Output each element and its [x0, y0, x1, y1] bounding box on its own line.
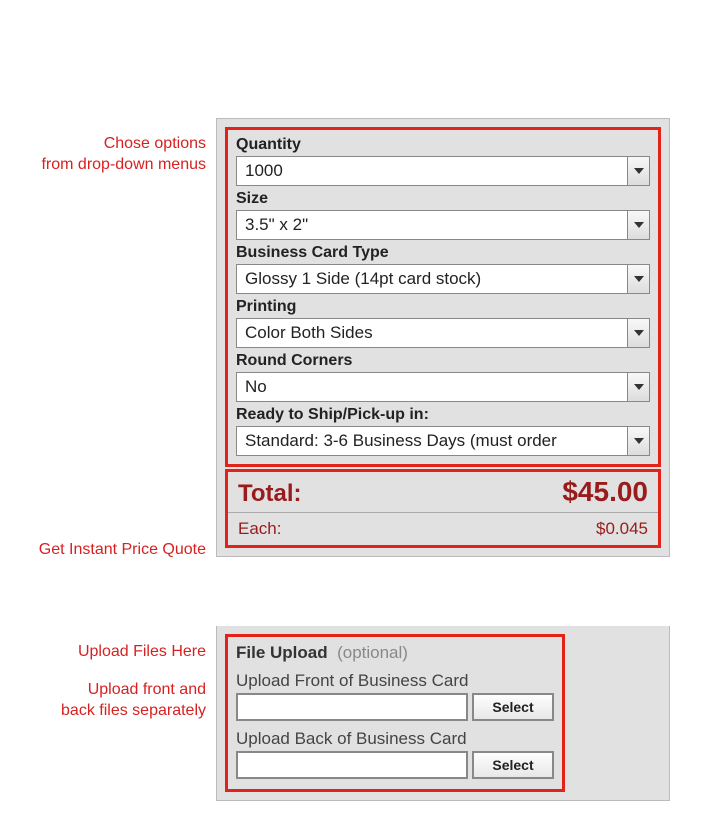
card-type-select[interactable]: Glossy 1 Side (14pt card stock): [236, 264, 650, 294]
card-type-label: Business Card Type: [236, 244, 650, 262]
quantity-label: Quantity: [236, 136, 650, 154]
upload-highlight: File Upload (optional) Upload Front of B…: [225, 634, 565, 792]
chevron-down-icon: [627, 211, 649, 239]
chevron-down-icon: [627, 319, 649, 347]
upload-back-field: Upload Back of Business Card Select: [236, 729, 554, 779]
shipping-value: Standard: 3-6 Business Days (must order: [237, 431, 627, 451]
field-printing: Printing Color Both Sides: [236, 298, 650, 348]
upload-title: File Upload (optional): [236, 643, 554, 663]
options-highlight: Quantity 1000 Size 3.5" x 2" Business Ca…: [225, 127, 661, 467]
annotation-upload-title: Upload Files Here: [0, 642, 206, 663]
each-value: $0.045: [596, 519, 648, 539]
upload-optional: (optional): [337, 643, 408, 662]
field-quantity: Quantity 1000: [236, 136, 650, 186]
upload-panel: File Upload (optional) Upload Front of B…: [216, 626, 670, 801]
total-value: $45.00: [562, 476, 648, 508]
size-value: 3.5" x 2": [237, 215, 627, 235]
chevron-down-icon: [627, 373, 649, 401]
printing-label: Printing: [236, 298, 650, 316]
total-label: Total:: [238, 480, 302, 508]
annotation-text: back files separately: [61, 702, 206, 719]
annotation-text: Chose options: [104, 135, 206, 152]
annotation-text: from drop-down menus: [41, 156, 206, 173]
each-row: Each: $0.045: [238, 515, 648, 539]
chevron-down-icon: [627, 427, 649, 455]
upload-back-label: Upload Back of Business Card: [236, 729, 554, 749]
size-label: Size: [236, 190, 650, 208]
chevron-down-icon: [627, 265, 649, 293]
shipping-select[interactable]: Standard: 3-6 Business Days (must order: [236, 426, 650, 456]
annotation-options: Chose options from drop-down menus: [0, 134, 206, 176]
size-select[interactable]: 3.5" x 2": [236, 210, 650, 240]
price-divider: [228, 512, 658, 513]
options-panel: Quantity 1000 Size 3.5" x 2" Business Ca…: [216, 118, 670, 557]
field-shipping: Ready to Ship/Pick-up in: Standard: 3-6 …: [236, 406, 650, 456]
upload-front-field: Upload Front of Business Card Select: [236, 671, 554, 721]
round-corners-value: No: [237, 377, 627, 397]
upload-front-row: Select: [236, 693, 554, 721]
annotation-upload-desc: Upload front and back files separately: [0, 680, 206, 722]
annotation-text: Upload Files Here: [78, 643, 206, 660]
upload-front-input[interactable]: [236, 693, 468, 721]
price-highlight: Total: $45.00 Each: $0.045: [225, 469, 661, 548]
quantity-select[interactable]: 1000: [236, 156, 650, 186]
upload-back-row: Select: [236, 751, 554, 779]
chevron-down-icon: [627, 157, 649, 185]
round-corners-select[interactable]: No: [236, 372, 650, 402]
field-card-type: Business Card Type Glossy 1 Side (14pt c…: [236, 244, 650, 294]
upload-front-label: Upload Front of Business Card: [236, 671, 554, 691]
field-size: Size 3.5" x 2": [236, 190, 650, 240]
annotation-text: Get Instant Price Quote: [39, 541, 206, 558]
printing-value: Color Both Sides: [237, 323, 627, 343]
printing-select[interactable]: Color Both Sides: [236, 318, 650, 348]
round-corners-label: Round Corners: [236, 352, 650, 370]
total-row: Total: $45.00: [238, 476, 648, 508]
shipping-label: Ready to Ship/Pick-up in:: [236, 406, 650, 424]
upload-front-select-button[interactable]: Select: [472, 693, 554, 721]
upload-title-bold: File Upload: [236, 643, 328, 662]
annotation-text: Upload front and: [88, 681, 206, 698]
upload-back-input[interactable]: [236, 751, 468, 779]
each-label: Each:: [238, 515, 281, 539]
quantity-value: 1000: [237, 161, 627, 181]
card-type-value: Glossy 1 Side (14pt card stock): [237, 269, 627, 289]
upload-back-select-button[interactable]: Select: [472, 751, 554, 779]
annotation-price: Get Instant Price Quote: [0, 540, 206, 561]
field-round-corners: Round Corners No: [236, 352, 650, 402]
